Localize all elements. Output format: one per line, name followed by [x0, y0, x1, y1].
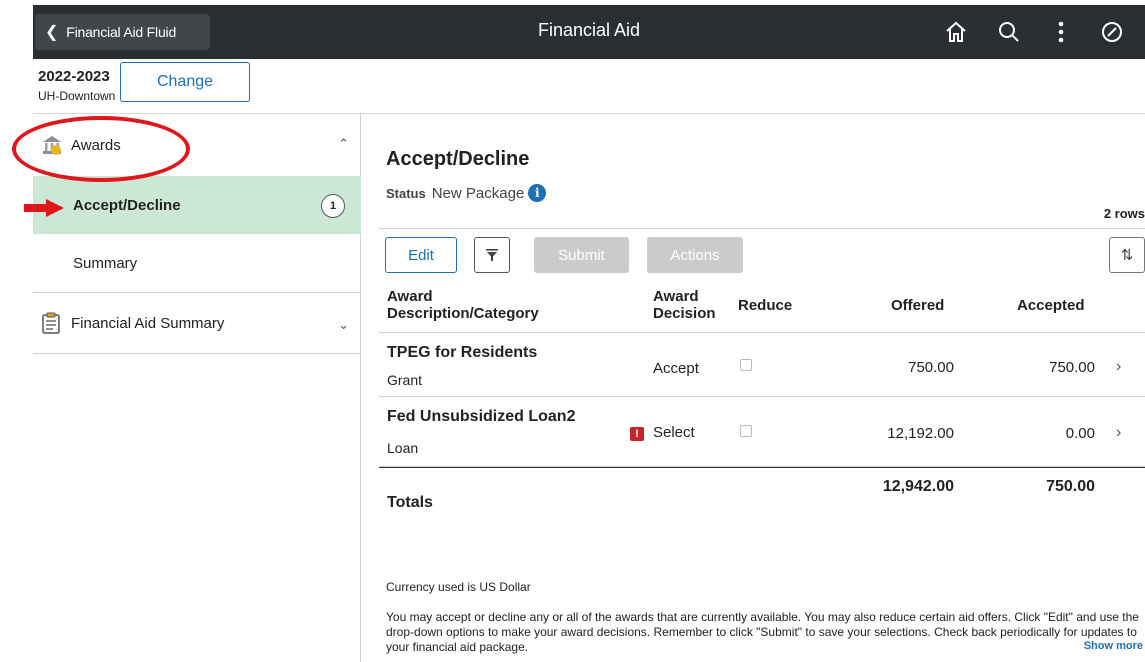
sort-button[interactable]: ⇅	[1109, 237, 1145, 273]
award-decision: Accept	[653, 360, 699, 377]
accepted-amount: 750.00	[1049, 359, 1095, 376]
status-value: New Package	[431, 184, 525, 202]
offered-amount: 12,192.00	[887, 425, 954, 442]
instructions-text: You may accept or decline any or all of …	[386, 610, 1139, 654]
table-row[interactable]: TPEG for Residents Grant Accept 750.00 7…	[379, 333, 1145, 397]
totals-row: Totals 12,942.00 750.00	[379, 467, 1145, 527]
column-header-description[interactable]: Award Description/Category	[387, 288, 539, 322]
sidebar: Awards ⌃ Accept/Decline 1 Summary Financ…	[33, 114, 361, 662]
actions-button[interactable]: Actions	[647, 237, 743, 273]
filter-icon	[486, 249, 498, 261]
filter-button[interactable]	[474, 237, 510, 273]
submit-button[interactable]: Submit	[534, 237, 629, 273]
main-content: Accept/Decline Status New Package i 2 ro…	[362, 114, 1145, 662]
change-button[interactable]: Change	[120, 62, 250, 102]
edit-button[interactable]: Edit	[385, 237, 457, 273]
chevron-right-icon[interactable]: ›	[1116, 358, 1121, 376]
aid-year: 2022-2023	[38, 68, 110, 85]
table-row[interactable]: Fed Unsubsidized Loan2 Loan ! Select 12,…	[379, 397, 1145, 467]
reduce-checkbox[interactable]	[740, 359, 752, 371]
awards-grid: Award Description/Category Award Decisio…	[379, 278, 1145, 527]
sidebar-item-accept-decline[interactable]: Accept/Decline 1	[33, 176, 361, 234]
award-name: TPEG for Residents	[387, 344, 538, 361]
annotation-ellipse	[12, 116, 190, 182]
page-title: Accept/Decline	[386, 148, 530, 170]
totals-label: Totals	[387, 494, 433, 511]
reduce-checkbox[interactable]	[740, 425, 752, 437]
grid-header: Award Description/Category Award Decisio…	[379, 278, 1145, 333]
column-header-decision[interactable]: Award Decision	[653, 288, 716, 322]
column-header-accepted[interactable]: Accepted	[1017, 297, 1085, 314]
status-label: Status	[386, 185, 426, 201]
navbar-icon[interactable]	[1097, 17, 1127, 47]
campus-name: UH-Downtown	[38, 89, 116, 103]
sidebar-item-label: Accept/Decline	[73, 196, 181, 214]
sidebar-item-label: Summary	[73, 254, 138, 272]
accepted-amount: 0.00	[1065, 425, 1095, 442]
more-vertical-icon[interactable]	[1046, 17, 1076, 47]
offered-amount: 750.00	[908, 359, 954, 376]
home-icon[interactable]	[941, 17, 971, 47]
warning-icon[interactable]: !	[630, 427, 644, 441]
totals-accepted: 750.00	[1046, 478, 1095, 495]
clipboard-icon	[41, 312, 61, 334]
package-status: Status New Package i	[386, 184, 547, 202]
app-header: ❮ Financial Aid Fluid Financial Aid	[33, 5, 1145, 59]
sidebar-header-fa-summary[interactable]: Financial Aid Summary ⌄	[33, 293, 361, 353]
chevron-up-icon[interactable]: ⌃	[338, 136, 349, 152]
sidebar-item-summary[interactable]: Summary	[33, 234, 361, 292]
award-category: Grant	[387, 372, 423, 388]
sidebar-section-fa-summary: Financial Aid Summary ⌄	[33, 293, 361, 354]
currency-note: Currency used is US Dollar	[386, 580, 531, 594]
column-header-reduce[interactable]: Reduce	[738, 297, 792, 314]
award-category: Loan	[387, 440, 419, 456]
chevron-right-icon[interactable]: ›	[1116, 424, 1121, 442]
column-header-offered[interactable]: Offered	[891, 297, 944, 314]
show-more-link[interactable]: Show more	[1084, 640, 1143, 652]
award-decision: Select	[653, 424, 695, 441]
sort-icon: ⇅	[1120, 247, 1134, 264]
rows-count: 2 rows	[1103, 206, 1145, 221]
info-icon[interactable]: i	[528, 184, 547, 202]
award-name: Fed Unsubsidized Loan2	[387, 408, 576, 425]
count-badge: 1	[321, 194, 345, 218]
sidebar-header-label: Financial Aid Summary	[71, 314, 225, 332]
search-icon[interactable]	[994, 17, 1024, 47]
annotation-arrow-icon	[24, 199, 64, 217]
chevron-down-icon[interactable]: ⌄	[338, 317, 349, 333]
grid-toolbar: Edit Submit Actions ⇅	[379, 228, 1145, 278]
page-header-title: Financial Aid	[537, 20, 641, 40]
totals-offered: 12,942.00	[882, 478, 954, 495]
term-bar: 2022-2023 UH-Downtown Change	[33, 59, 1145, 114]
